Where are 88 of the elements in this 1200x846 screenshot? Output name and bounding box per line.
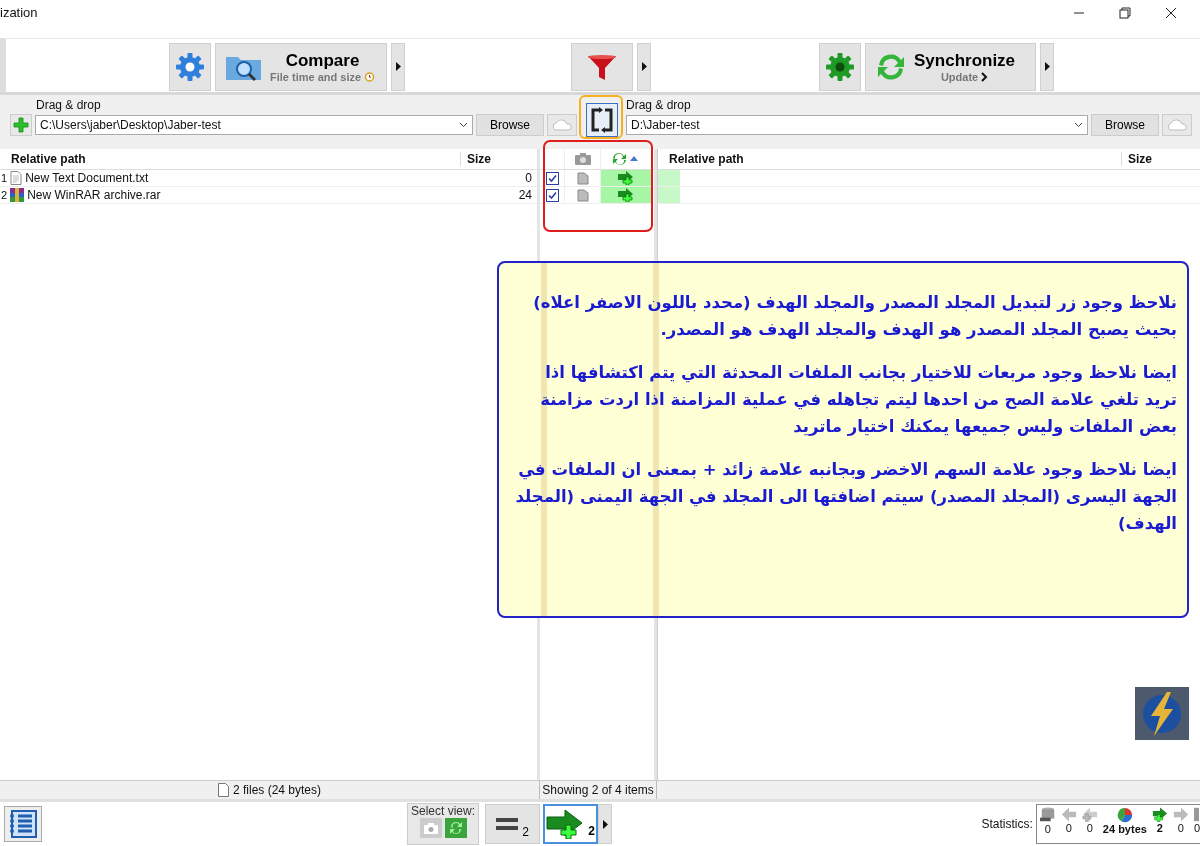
restore-icon[interactable] xyxy=(1119,7,1131,19)
add-folder-button[interactable] xyxy=(10,114,32,136)
window-title: ization xyxy=(0,5,38,20)
equal-files-button[interactable]: 2 xyxy=(485,804,540,844)
folder-path-field[interactable]: C:\Users\jaber\Desktop\Jaber-test xyxy=(35,115,473,135)
filter-button[interactable] xyxy=(571,42,633,91)
cloud-icon xyxy=(551,119,573,131)
pie-chart-icon xyxy=(1116,807,1133,823)
camera-icon xyxy=(423,822,438,834)
row-number: 2 xyxy=(0,189,9,201)
database-icon xyxy=(1039,807,1056,823)
swap-sides-button[interactable] xyxy=(586,102,618,137)
note-paragraph: ايضا نلاحظ وجود علامة السهم الاخضر وبجانبه علامة زائد + بمعنى ان الملفات في الجهة اليسرى (المجلد المصدر) سيتم اضافتها الى المجلد في الجهة اليمنى (المجلد الهدف) xyxy=(514,459,1177,535)
statistic-value: 0 xyxy=(1193,822,1200,834)
cloud-icon xyxy=(1166,119,1188,131)
sync-icon xyxy=(448,821,463,835)
left-arrow-plus-icon xyxy=(1081,807,1098,822)
empty-cell xyxy=(658,187,680,203)
caret-icon xyxy=(602,819,608,829)
sync-settings-button[interactable] xyxy=(819,42,861,91)
plus-icon xyxy=(13,117,29,133)
text-file-icon xyxy=(10,171,23,185)
column-header[interactable]: Relative path xyxy=(658,152,1122,166)
right-arrow-icon xyxy=(1172,807,1189,822)
browse-button[interactable]: Browse xyxy=(1091,114,1159,136)
caret-icon xyxy=(395,62,401,71)
folder-path-field[interactable]: D:\Jaber-test xyxy=(626,115,1088,135)
sync-view-toggle[interactable] xyxy=(444,818,467,838)
statistic-value: 24 bytes xyxy=(1102,823,1147,835)
log-button[interactable] xyxy=(4,806,42,842)
compare-dropdown-button[interactable] xyxy=(391,42,405,91)
file-name: New WinRAR archive.rar xyxy=(27,188,162,202)
file-count: 2 files (24 bytes) xyxy=(232,783,321,797)
statistic-value: 0 xyxy=(1177,822,1184,834)
arrow-plus-icon xyxy=(1151,807,1168,822)
synchronize-button[interactable]: Synchronize Update xyxy=(865,42,1036,91)
column-header[interactable]: Size xyxy=(461,152,537,166)
create-right-button[interactable]: 2 xyxy=(543,804,598,844)
action-cell[interactable] xyxy=(601,170,651,186)
compare-button[interactable]: Compare File time and size xyxy=(215,42,387,91)
equal-icon xyxy=(496,818,519,830)
note-paragraph: نلاحظ وجود زر لتبديل المجلد المصدر والمجلد الهدف (محدد باللون الاصفر اعلاه) بحيث يصبح المجلد المصدر هو الهدف والمجلد الهدف هو المصدر. xyxy=(532,292,1177,341)
arrow-plus-icon xyxy=(617,188,635,202)
statistic-value: 0 xyxy=(1086,822,1093,834)
checkbox[interactable] xyxy=(545,188,559,202)
note-paragraph: ايضا نلاحظ وجود مربعات للاختيار بجانب الملفات المحدثة التي يتم اكتشافها اذا تريد تلغي علامة الصح من احدها ليتم تجاهله في عملية المزامنة اذا اردت مزامنة بعض الملفات وليس جميعها يمكنك اختيار ماتريد xyxy=(539,362,1177,438)
arrow-plus-icon xyxy=(546,809,585,839)
file-icon xyxy=(217,783,229,797)
lightning-icon xyxy=(1135,687,1189,740)
close-icon[interactable] xyxy=(1165,7,1177,19)
camera-view-toggle[interactable] xyxy=(419,818,442,838)
statistic-value: 2 xyxy=(1156,822,1163,834)
statistic-value: 0 xyxy=(1065,822,1072,834)
browse-button[interactable]: Browse xyxy=(476,114,544,136)
checkbox[interactable] xyxy=(545,171,559,185)
gear-icon xyxy=(824,50,856,83)
synchronize-dropdown-button[interactable] xyxy=(1040,42,1054,91)
left-arrow-icon xyxy=(1060,807,1077,822)
sync-sort-icon[interactable] xyxy=(611,152,641,166)
clock-icon xyxy=(364,71,376,82)
select-view-label: Select view: xyxy=(411,804,475,818)
file-size: 24 xyxy=(518,188,533,202)
drag-drop-label: Drag & drop xyxy=(626,98,692,114)
action-cell[interactable] xyxy=(601,187,651,203)
filter-dropdown-button[interactable] xyxy=(637,42,651,91)
list-icon xyxy=(8,809,38,839)
statistics-label: Statistics: xyxy=(981,817,1033,831)
gear-icon xyxy=(174,50,206,83)
caret-icon xyxy=(641,62,647,71)
empty-cell xyxy=(658,170,680,186)
drag-drop-label: Drag & drop xyxy=(36,98,102,114)
column-header[interactable]: Size xyxy=(1122,152,1200,166)
file-icon xyxy=(576,171,589,185)
view-dropdown-button[interactable] xyxy=(598,804,612,844)
camera-icon[interactable] xyxy=(574,153,591,165)
archive-icon xyxy=(10,188,25,202)
swap-icon xyxy=(590,106,614,133)
items-count: Showing 2 of 4 items xyxy=(542,783,654,797)
caret-icon xyxy=(1044,62,1050,71)
compare-settings-button[interactable] xyxy=(169,42,211,91)
file-size: 0 xyxy=(525,171,533,185)
column-header[interactable]: Relative path xyxy=(0,152,461,166)
row-number: 1 xyxy=(0,172,9,184)
file-name: New Text Document.txt xyxy=(25,171,150,185)
statistic-value: 0 xyxy=(1044,823,1051,835)
chevron-icon xyxy=(981,71,989,82)
file-icon xyxy=(576,188,589,202)
arrow-plus-icon xyxy=(617,171,635,185)
